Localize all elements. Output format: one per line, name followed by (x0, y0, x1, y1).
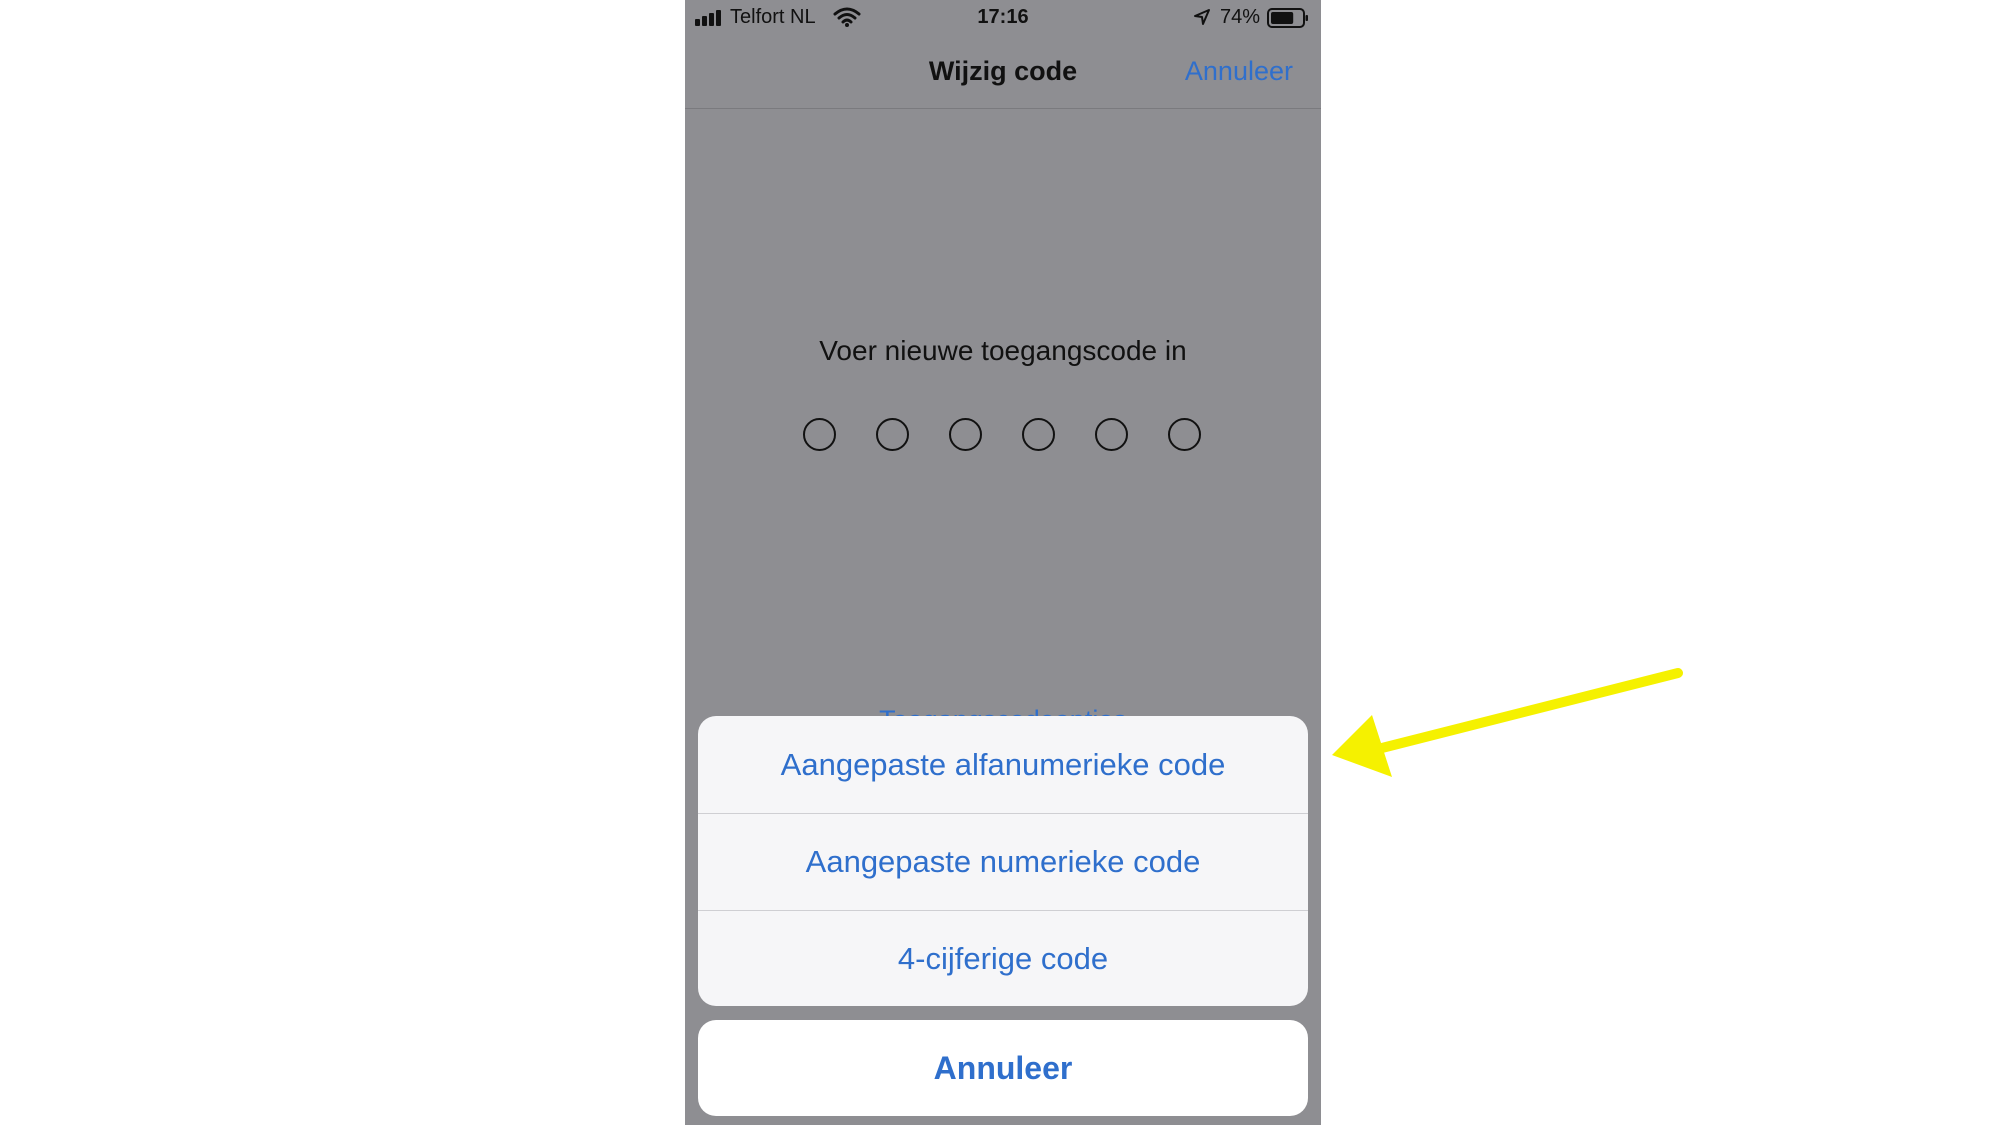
passcode-dot (949, 418, 982, 451)
battery-icon (1267, 8, 1308, 28)
annotation-arrow-icon (1332, 662, 1688, 777)
passcode-prompt: Voer nieuwe toegangscode in (819, 335, 1187, 366)
phone-screen: Telfort NL 17:16 74% Wijzig code Annulee… (685, 0, 1321, 1125)
option-4-digit-code[interactable]: 4-cijferige code (698, 910, 1308, 1006)
battery-percent: 74% (1220, 6, 1261, 28)
passcode-dot (876, 418, 909, 451)
navigation-bar: Wijzig code Annuleer (685, 36, 1321, 109)
sheet-cancel-button[interactable]: Annuleer (698, 1020, 1308, 1116)
nav-cancel-button[interactable]: Annuleer (1185, 56, 1293, 87)
passcode-dot (803, 418, 836, 451)
option-custom-alphanumeric-code[interactable]: Aangepaste alfanumerieke code (698, 716, 1308, 813)
option-custom-numeric-code[interactable]: Aangepaste numerieke code (698, 813, 1308, 910)
passcode-dots (803, 418, 1213, 454)
action-sheet: Aangepaste alfanumerieke code Aangepaste… (698, 716, 1308, 1006)
passcode-dot (1168, 418, 1201, 451)
passcode-dot (1095, 418, 1128, 451)
status-bar: Telfort NL 17:16 74% (685, 0, 1321, 36)
location-arrow-icon (1194, 9, 1210, 25)
passcode-dot (1022, 418, 1055, 451)
